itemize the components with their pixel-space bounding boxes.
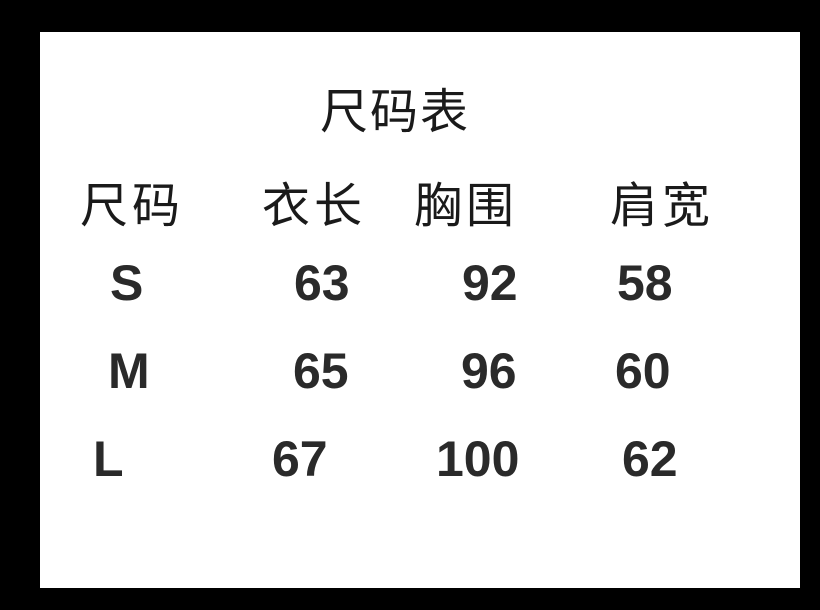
row-l-size: L (93, 431, 124, 487)
row-l-shoulder: 62 (622, 431, 678, 487)
row-m-shoulder: 60 (615, 343, 671, 399)
row-m-size: M (108, 343, 150, 399)
row-s-size: S (110, 255, 144, 311)
row-l-length: 67 (272, 431, 328, 487)
size-chart-title: 尺码表 (319, 84, 470, 140)
row-l-chest: 100 (436, 431, 520, 487)
header-shoulder: 肩宽 (610, 178, 715, 234)
header-length: 衣长 (262, 178, 367, 234)
row-m-length: 65 (293, 343, 349, 399)
header-chest: 胸围 (414, 178, 519, 234)
header-size: 尺码 (80, 178, 185, 234)
row-s-shoulder: 58 (617, 255, 673, 311)
row-m-chest: 96 (461, 343, 517, 399)
row-s-chest: 92 (462, 255, 518, 311)
row-s-length: 63 (294, 255, 350, 311)
